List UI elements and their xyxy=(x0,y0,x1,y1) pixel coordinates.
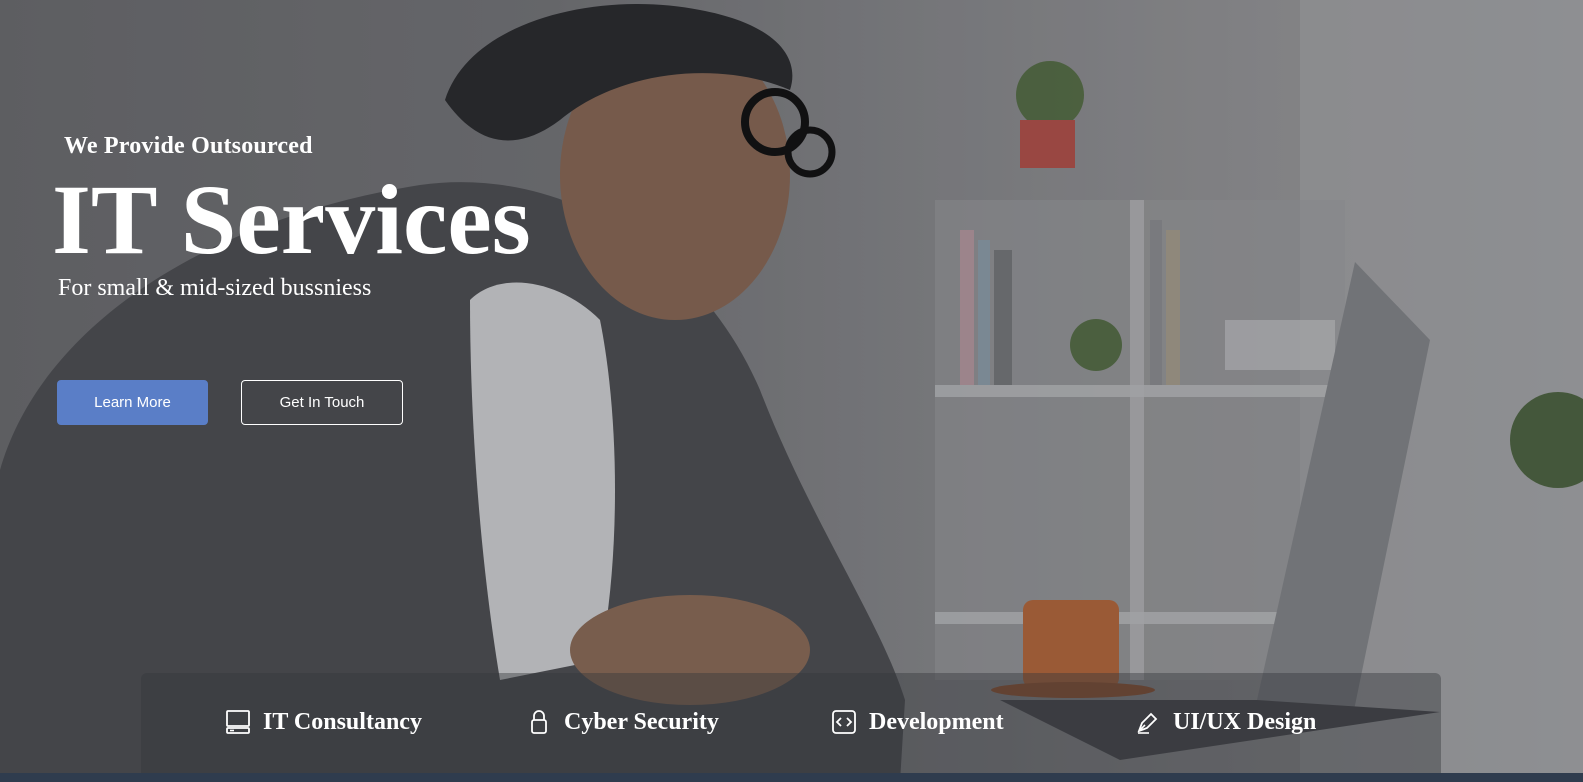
service-it-consultancy[interactable]: IT Consultancy xyxy=(225,706,422,738)
desktop-icon xyxy=(225,709,251,735)
service-label: Cyber Security xyxy=(564,708,719,735)
pen-icon xyxy=(1135,709,1161,735)
service-development[interactable]: Development xyxy=(831,706,1004,738)
code-icon xyxy=(831,709,857,735)
lock-icon xyxy=(526,709,552,735)
services-bar: IT Consultancy Cyber Security Developmen… xyxy=(141,673,1441,773)
hero-headline: IT Services xyxy=(52,164,531,275)
hero-tagline: We Provide Outsourced xyxy=(64,133,313,159)
service-ui-ux-design[interactable]: UI/UX Design xyxy=(1135,706,1316,738)
service-cyber-security[interactable]: Cyber Security xyxy=(526,706,719,738)
hero-subline: For small & mid-sized bussniess xyxy=(58,275,372,301)
bottom-strip xyxy=(0,773,1583,782)
learn-more-button[interactable]: Learn More xyxy=(57,380,208,425)
service-label: IT Consultancy xyxy=(263,708,422,735)
hero-dark-overlay xyxy=(0,0,1583,782)
service-label: Development xyxy=(869,708,1004,735)
get-in-touch-button[interactable]: Get In Touch xyxy=(241,380,403,425)
service-label: UI/UX Design xyxy=(1173,708,1317,735)
hero-section: We Provide Outsourced IT Services For sm… xyxy=(0,0,1583,782)
